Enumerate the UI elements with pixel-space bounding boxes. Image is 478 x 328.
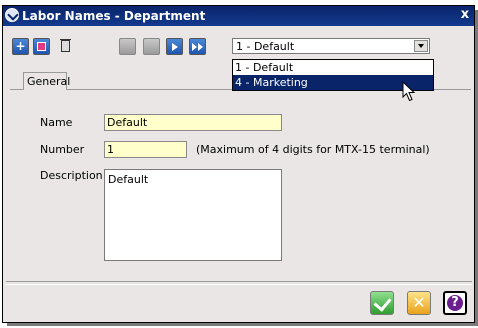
mouse-cursor-icon [402, 81, 416, 102]
last-record-button[interactable] [189, 38, 206, 55]
first-record-button[interactable] [119, 38, 136, 55]
name-field[interactable]: Default [104, 114, 282, 131]
next-record-button[interactable] [166, 38, 183, 55]
tab-general-label: General [27, 75, 71, 88]
ok-check-icon [373, 293, 392, 312]
close-button[interactable]: x [458, 7, 472, 23]
previous-record-icon [144, 39, 159, 54]
window-shadow-bottom [7, 323, 478, 326]
number-hint: (Maximum of 4 digits for MTX-15 terminal… [196, 143, 430, 156]
tab-general[interactable]: General [23, 72, 71, 90]
title-bar[interactable]: Labor Names - Department x [3, 6, 474, 26]
window-title: Labor Names - Department [22, 9, 206, 23]
save-button[interactable] [33, 38, 50, 55]
save-icon [37, 42, 46, 51]
add-button[interactable]: + [12, 38, 29, 55]
chevron-down-icon[interactable] [414, 40, 428, 52]
description-field[interactable]: Default [104, 169, 282, 261]
add-icon: + [15, 39, 26, 53]
first-record-icon [120, 39, 135, 54]
footer-divider [6, 281, 472, 285]
next-record-icon [172, 43, 178, 51]
number-field[interactable]: 1 [104, 141, 187, 158]
record-selector-value: 1 - Default [236, 40, 295, 53]
ok-button[interactable] [370, 291, 394, 315]
last-record-icon [192, 43, 204, 51]
delete-button[interactable] [57, 38, 74, 55]
delete-icon [60, 39, 71, 52]
record-selector[interactable]: 1 - Default [232, 38, 430, 54]
description-label: Description [40, 169, 103, 182]
cancel-button[interactable]: ✕ [407, 291, 431, 315]
app-icon [5, 8, 19, 22]
previous-record-button[interactable] [143, 38, 160, 55]
number-label: Number [40, 143, 85, 156]
name-label: Name [40, 116, 73, 129]
cancel-x-icon: ✕ [412, 293, 426, 312]
description-text: Default [108, 173, 149, 186]
help-button[interactable]: ? [443, 291, 467, 315]
help-question-icon: ? [447, 295, 463, 311]
option-default[interactable]: 1 - Default [233, 60, 433, 75]
